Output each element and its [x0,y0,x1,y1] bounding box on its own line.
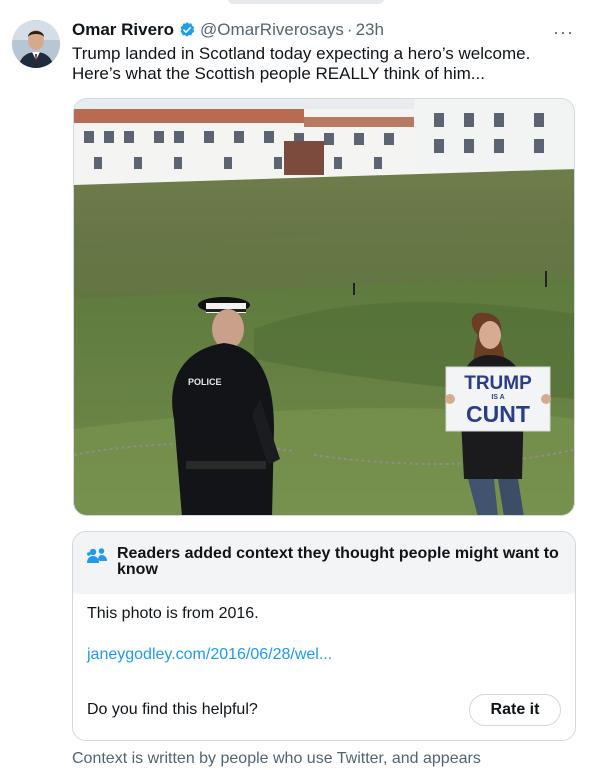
svg-text:POLICE: POLICE [188,377,222,387]
author-name[interactable]: Omar Rivero [72,20,174,40]
note-header: Readers added context they thought peopl… [73,532,575,594]
people-icon [86,546,108,571]
photo-scene: POLICE TRUMP IS A CUNT [74,99,574,515]
top-bar-pill [228,0,384,4]
avatar[interactable] [12,20,60,68]
svg-text:CUNT: CUNT [466,401,530,427]
note-body: This photo is from 2016. [87,605,259,622]
more-options-icon[interactable]: ··· [553,22,574,43]
tweet-photo[interactable]: POLICE TRUMP IS A CUNT [73,98,575,516]
helpful-question: Do you find this helpful? [87,701,258,718]
svg-text:IS A: IS A [491,394,504,401]
svg-text:TRUMP: TRUMP [464,373,532,394]
avatar-image [12,20,60,68]
note-title: Readers added context they thought peopl… [117,545,559,578]
community-note: Readers added context they thought peopl… [72,531,576,741]
verified-badge-icon [178,21,196,39]
tweet-text: Trump landed in Scotland today expecting… [72,44,531,83]
tweet-time[interactable]: 23h [356,20,384,40]
author-handle[interactable]: @OmarRiverosays [200,20,344,40]
header-separator: · [346,20,353,39]
rate-it-button[interactable]: Rate it [469,694,561,726]
note-footer-text: Context is written by people who use Twi… [72,750,481,767]
note-source-link[interactable]: janeygodley.com/2016/06/28/wel... [87,646,332,664]
tweet-header: Omar Rivero @OmarRiverosays · 23h [72,18,580,42]
